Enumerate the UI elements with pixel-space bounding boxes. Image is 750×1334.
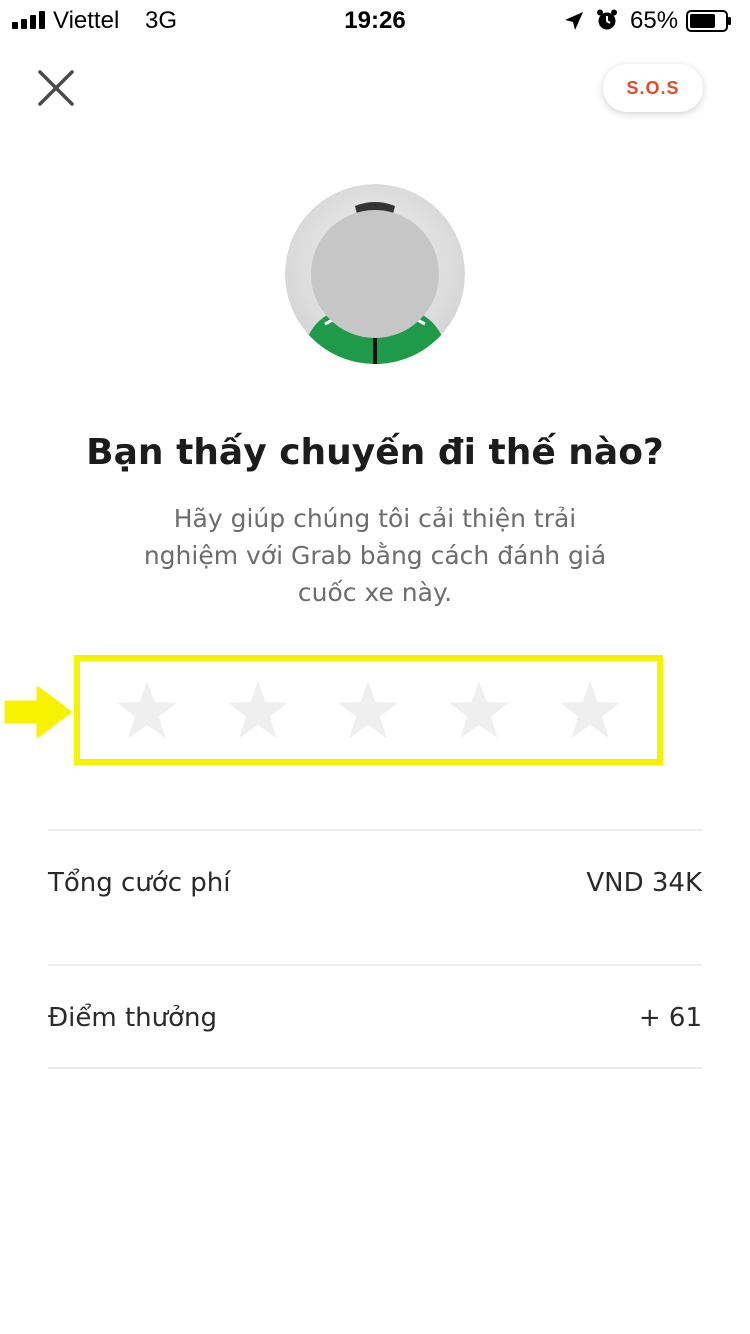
- star-icon[interactable]: [336, 679, 400, 741]
- subtitle-line: Hãy giúp chúng tôi cải thiện trải: [173, 504, 577, 533]
- total-fare-label: Tổng cước phí: [48, 868, 231, 898]
- status-bar: Viettel 3G 19:26 65%: [0, 0, 750, 40]
- divider: [48, 964, 702, 966]
- subtitle-line: nghiệm với Grab bằng cách đánh giá: [143, 541, 607, 570]
- location-arrow-icon: [565, 12, 583, 30]
- driver-avatar: [285, 184, 465, 364]
- close-icon[interactable]: [34, 66, 78, 110]
- battery-percent: 65%: [630, 7, 679, 34]
- sos-button[interactable]: S.O.S: [603, 64, 703, 112]
- points-row: Điểm thưởng + 61: [48, 998, 702, 1038]
- alarm-clock-icon: [597, 9, 617, 30]
- divider: [48, 829, 702, 831]
- star-icon[interactable]: [115, 679, 179, 741]
- divider: [48, 1067, 702, 1069]
- total-fare-value: VND 34K: [586, 868, 702, 898]
- points-label: Điểm thưởng: [48, 1003, 217, 1033]
- star-icon[interactable]: [226, 679, 290, 741]
- star-icon[interactable]: [447, 679, 511, 741]
- pointer-arrow-icon: [4, 686, 72, 738]
- subtitle-line: cuốc xe này.: [297, 578, 453, 607]
- battery-icon: [686, 10, 731, 32]
- rating-title: Bạn thấy chuyến đi thế nào?: [86, 432, 664, 473]
- rating-subtitle: Hãy giúp chúng tôi cải thiện trải nghiệm…: [130, 500, 620, 611]
- star-icon[interactable]: [558, 679, 622, 741]
- total-fare-row: Tổng cước phí VND 34K: [48, 863, 702, 903]
- star-rating[interactable]: [80, 661, 657, 759]
- points-value: + 61: [638, 1003, 702, 1033]
